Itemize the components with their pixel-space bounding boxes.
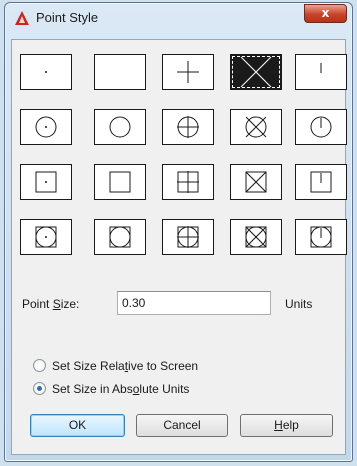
help-button[interactable]: Help bbox=[240, 414, 333, 437]
square-plus-glyph-icon bbox=[177, 171, 199, 193]
circle-square-dot-glyph-icon bbox=[35, 226, 57, 248]
point-style-circle-square-tick[interactable] bbox=[295, 219, 347, 255]
point-size-input[interactable] bbox=[117, 291, 271, 315]
dialog-body: Point Size: Units Set Size Relative to S… bbox=[11, 39, 347, 455]
point-size-label-text: Point Size: bbox=[22, 297, 80, 311]
point-style-circle-square-none[interactable] bbox=[94, 219, 146, 255]
close-button[interactable]: x bbox=[304, 4, 347, 23]
circle-dot-glyph-icon bbox=[35, 116, 57, 138]
circle-square-plus-glyph-icon bbox=[177, 226, 199, 248]
plain-none-glyph-icon bbox=[95, 55, 145, 89]
plain-plus-glyph-icon bbox=[177, 61, 199, 83]
circle-square-cross-glyph-icon bbox=[245, 226, 267, 248]
point-style-square-plus[interactable] bbox=[162, 164, 214, 200]
plain-cross-glyph-icon bbox=[240, 56, 272, 88]
window-title: Point Style bbox=[36, 10, 99, 25]
circle-cross-glyph-icon bbox=[245, 116, 267, 138]
square-cross-glyph-icon bbox=[245, 171, 267, 193]
radio-selected-dot bbox=[37, 386, 42, 391]
point-style-circle-dot[interactable] bbox=[20, 109, 72, 145]
plain-dot-glyph-icon bbox=[45, 71, 47, 73]
point-style-plain-cross[interactable] bbox=[230, 54, 282, 90]
cancel-button[interactable]: Cancel bbox=[136, 414, 228, 437]
circle-plus-glyph-icon bbox=[177, 116, 199, 138]
point-style-square-cross[interactable] bbox=[230, 164, 282, 200]
point-style-circle-none[interactable] bbox=[94, 109, 146, 145]
circle-tick-glyph-icon bbox=[310, 116, 332, 138]
point-style-circle-cross[interactable] bbox=[230, 109, 282, 145]
circle-none-glyph-icon bbox=[109, 116, 131, 138]
square-tick-glyph-icon bbox=[310, 171, 332, 193]
radio-relative-circle[interactable] bbox=[33, 359, 46, 372]
point-style-dialog: Point Style x Point Size: Units Set Size… bbox=[4, 2, 353, 462]
point-style-circle-square-plus[interactable] bbox=[162, 219, 214, 255]
point-style-square-none[interactable] bbox=[94, 164, 146, 200]
point-style-square-tick[interactable] bbox=[295, 164, 347, 200]
point-style-square-dot[interactable] bbox=[20, 164, 72, 200]
point-style-circle-plus[interactable] bbox=[162, 109, 214, 145]
circle-square-tick-glyph-icon bbox=[310, 226, 332, 248]
point-style-plain-tick[interactable] bbox=[295, 54, 347, 90]
point-style-circle-tick[interactable] bbox=[295, 109, 347, 145]
point-style-circle-square-cross[interactable] bbox=[230, 219, 282, 255]
ok-button[interactable]: OK bbox=[30, 414, 125, 437]
point-size-label: Point Size: bbox=[22, 297, 79, 311]
point-style-plain-none[interactable] bbox=[94, 54, 146, 90]
radio-absolute-label[interactable]: Set Size in Absolute Units bbox=[52, 382, 189, 396]
point-style-plain-plus[interactable] bbox=[162, 54, 214, 90]
square-dot-glyph-icon bbox=[35, 171, 57, 193]
point-style-circle-square-dot[interactable] bbox=[20, 219, 72, 255]
title-bar[interactable]: Point Style x bbox=[5, 3, 352, 33]
point-style-plain-dot[interactable] bbox=[20, 54, 72, 90]
radio-absolute-circle[interactable] bbox=[33, 382, 46, 395]
plain-tick-glyph-icon bbox=[320, 63, 322, 73]
units-label: Units bbox=[285, 297, 313, 311]
autocad-logo-icon bbox=[15, 11, 29, 25]
radio-relative-label[interactable]: Set Size Relative to Screen bbox=[52, 359, 198, 373]
circle-square-none-glyph-icon bbox=[109, 226, 131, 248]
square-none-glyph-icon bbox=[109, 171, 131, 193]
